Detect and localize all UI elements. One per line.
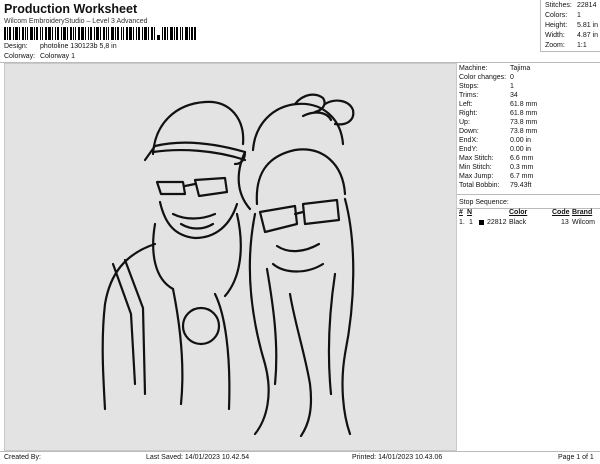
stop-row-brand: Wilcom xyxy=(572,219,595,226)
prop-row: EndY: 0.00 in xyxy=(459,146,532,153)
thread-color-swatch xyxy=(479,220,484,225)
page-number: Page 1 of 1 xyxy=(558,454,594,461)
colorway-label: Colorway: xyxy=(4,53,36,60)
page-title: Production Worksheet xyxy=(4,2,138,16)
stat-row: Height: 5.81 in xyxy=(545,22,599,29)
stop-sequence-title: Stop Sequence: xyxy=(459,199,509,206)
printed-date: Printed: 14/01/2023 10.43.06 xyxy=(352,454,443,461)
prop-row: Right: 61.8 mm xyxy=(459,110,538,117)
colorway-value: Colorway 1 xyxy=(39,53,75,60)
col-header-code: Code xyxy=(552,209,570,216)
stop-divider xyxy=(457,194,600,195)
prop-row: Max Stitch: 6.6 mm xyxy=(459,155,534,162)
design-value: photoline 130123b 5,8 in xyxy=(39,43,117,50)
design-label: Design: xyxy=(4,43,28,50)
design-preview-canvas xyxy=(4,63,457,451)
stop-row-stitches: 22812 xyxy=(487,219,507,226)
footer: Created By: Last Saved: 14/01/2023 10.42… xyxy=(0,451,600,464)
barcode xyxy=(4,27,196,40)
col-header-brand: Brand xyxy=(572,209,593,216)
prop-row: Total Bobbin: 79.43ft xyxy=(459,182,532,189)
created-by: Created By: xyxy=(4,454,41,461)
prop-row: Down: 73.8 mm xyxy=(459,128,538,135)
stat-row: Width: 4.87 in xyxy=(545,32,599,39)
stop-row-num: 1. xyxy=(459,219,465,226)
stat-row: Zoom: 1:1 xyxy=(545,42,587,49)
design-row: Design: photoline 130123b 5,8 in xyxy=(4,43,117,50)
last-saved: Last Saved: 14/01/2023 10.42.54 xyxy=(146,454,250,461)
top-stats-panel: Stitches: 22814 Colors: 1 Height: 5.81 in W… xyxy=(540,0,600,52)
stat-row: Stitches: 22814 xyxy=(545,2,597,9)
prop-row: Trims: 34 xyxy=(459,92,518,99)
prop-row: Min Stitch: 0.3 mm xyxy=(459,164,534,171)
stop-row-code: 13 xyxy=(561,219,569,226)
prop-row: Max Jump: 6.7 mm xyxy=(459,173,534,180)
software-subtitle: Wilcom EmbroideryStudio – Level 3 Advanc… xyxy=(4,18,148,25)
prop-row: Left: 61.8 mm xyxy=(459,101,538,108)
col-header-color: Color xyxy=(509,209,528,216)
stat-row: Colors: 1 xyxy=(545,12,581,19)
prop-row: EndX: 0.00 in xyxy=(459,137,532,144)
properties-panel: Machine: Tajima Color changes: 0 Stops: 1 T… xyxy=(457,63,600,451)
col-header-num: # xyxy=(459,209,463,216)
col-header-n: N xyxy=(467,209,473,216)
colorway-row: Colorway: Colorway 1 xyxy=(4,53,75,60)
stop-row-n: 1 xyxy=(469,219,473,226)
embroidery-design-illustration xyxy=(101,93,355,438)
prop-row: Up: 73.8 mm xyxy=(459,119,538,126)
prop-row: Machine: Tajima xyxy=(459,65,531,72)
stop-row-color: Black xyxy=(509,219,527,226)
prop-row: Color changes: 0 xyxy=(459,74,514,81)
prop-row: Stops: 1 xyxy=(459,83,514,90)
